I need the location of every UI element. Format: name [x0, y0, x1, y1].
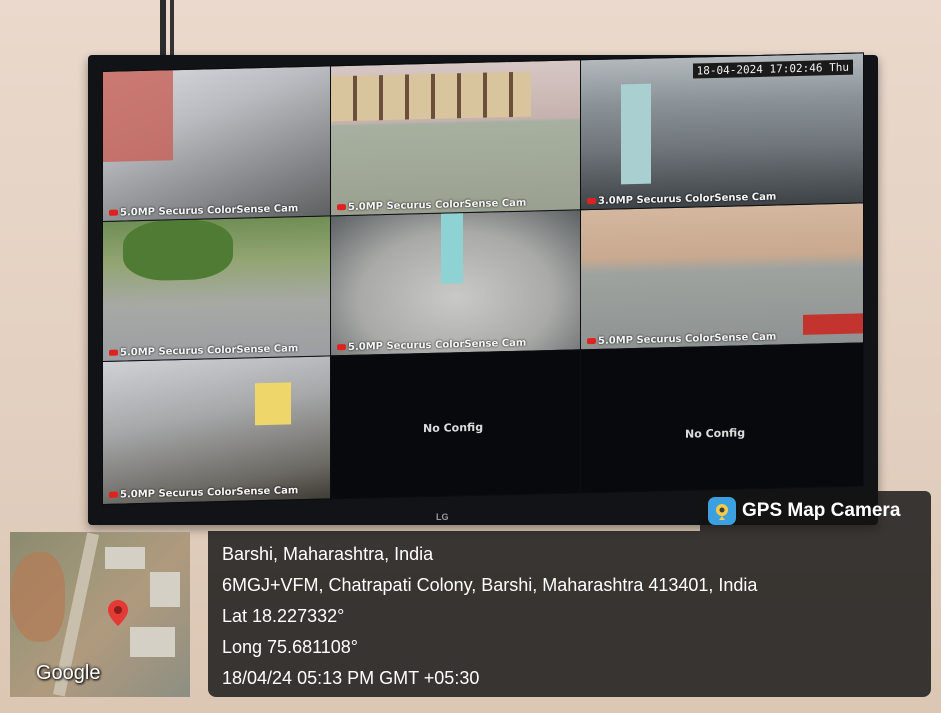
map-field	[10, 552, 65, 642]
record-icon	[109, 349, 118, 356]
camera-timestamp: 18-04-2024 17:02:46 Thu	[692, 59, 853, 79]
camera-tile-5[interactable]: 5.0MP Securus ColorSense Cam	[330, 209, 582, 358]
camera-tile-6[interactable]: 5.0MP Securus ColorSense Cam	[580, 202, 864, 352]
record-icon	[337, 204, 346, 211]
location-datetime: 18/04/24 05:13 PM GMT +05:30	[222, 668, 480, 688]
scene-tree	[123, 218, 233, 282]
location-city: Barshi, Maharashtra, India	[222, 544, 434, 564]
record-icon	[587, 197, 596, 205]
record-icon	[337, 344, 346, 351]
scene-pillar	[621, 83, 651, 185]
cctv-grid: 5.0MP Securus ColorSense Cam 5.0MP Secur…	[102, 52, 864, 505]
location-info-panel: Barshi, Maharashtra, India 6MGJ+VFM, Cha…	[208, 531, 931, 697]
map-building	[150, 572, 180, 607]
gps-camera-app-icon	[708, 497, 736, 525]
camera-tile-empty-2[interactable]: No Config	[580, 342, 864, 494]
map-building	[130, 627, 175, 657]
gps-map-camera-badge: GPS Map Camera	[700, 491, 931, 531]
location-address: 6MGJ+VFM, Chatrapati Colony, Barshi, Mah…	[222, 575, 758, 595]
no-config-label: No Config	[685, 426, 746, 441]
tv-monitor: 5.0MP Securus ColorSense Cam 5.0MP Secur…	[88, 52, 878, 525]
map-building	[105, 547, 145, 569]
record-icon	[109, 491, 118, 498]
scene-pillar	[441, 213, 463, 284]
scene-window	[255, 382, 291, 426]
camera-label: 5.0MP Securus ColorSense Cam	[107, 485, 327, 501]
location-latitude: Lat 18.227332°	[222, 606, 345, 626]
location-longitude: Long 75.681108°	[222, 637, 358, 657]
camera-tile-2[interactable]: 5.0MP Securus ColorSense Cam	[330, 59, 582, 218]
no-config-label: No Config	[423, 420, 484, 436]
camera-tile-1[interactable]: 5.0MP Securus ColorSense Cam	[102, 65, 332, 223]
camera-tile-3[interactable]: 18-04-2024 17:02:46 Thu 3.0MP Securus Co…	[580, 52, 864, 212]
brand-title: GPS Map Camera	[742, 500, 901, 521]
record-icon	[109, 209, 118, 216]
camera-tile-empty-1[interactable]: No Config	[330, 349, 582, 500]
scene-wall	[103, 70, 173, 162]
camera-tile-7[interactable]: 5.0MP Securus ColorSense Cam	[102, 355, 332, 505]
camera-tile-4[interactable]: 5.0MP Securus ColorSense Cam	[102, 215, 332, 363]
map-thumbnail[interactable]: Google	[10, 532, 190, 697]
map-pin-icon	[108, 600, 128, 626]
record-icon	[587, 337, 596, 345]
scene-building	[331, 71, 531, 122]
tv-brand-logo: LG	[436, 512, 449, 522]
google-logo: Google	[36, 662, 101, 684]
